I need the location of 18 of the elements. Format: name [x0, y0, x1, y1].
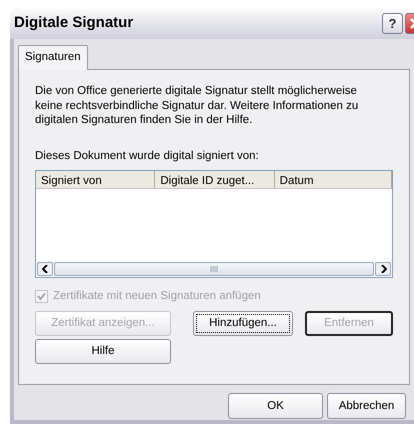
checkbox-label: Zertifikate mit neuen Signaturen anfügen	[53, 289, 261, 304]
grip-icon	[210, 266, 218, 272]
scrollbar-thumb[interactable]	[54, 262, 374, 276]
scroll-left-button[interactable]	[37, 262, 53, 276]
signature-list[interactable]: Signiert von Digitale ID zuget... Datum	[35, 170, 393, 278]
column-header[interactable]: Datum	[274, 171, 392, 188]
scroll-right-button[interactable]	[375, 262, 391, 276]
list-label: Dieses Dokument wurde digital signiert von:	[35, 148, 260, 164]
column-header[interactable]: Digitale ID zuget...	[155, 171, 275, 188]
dialog-button[interactable]: Abbrechen	[327, 393, 406, 420]
info-text: Die von Office generierte digitale Signatur stellt möglicherweise keine rechtsverbindliche Signatur dar. Weitere Informationen zu digitalen Signaturen finden Sie in der Hilfe.	[35, 84, 360, 128]
dialog-button[interactable]: Hinzufügen...	[193, 311, 293, 336]
column-header[interactable]: Signiert von	[36, 171, 156, 188]
tab[interactable]: Signaturen	[18, 45, 88, 70]
window-title: Digitale Signatur	[14, 13, 134, 34]
help-button[interactable]: ?	[382, 13, 403, 34]
dialog-button[interactable]: OK	[228, 393, 323, 420]
dialog-button[interactable]: Hilfe	[35, 339, 171, 364]
